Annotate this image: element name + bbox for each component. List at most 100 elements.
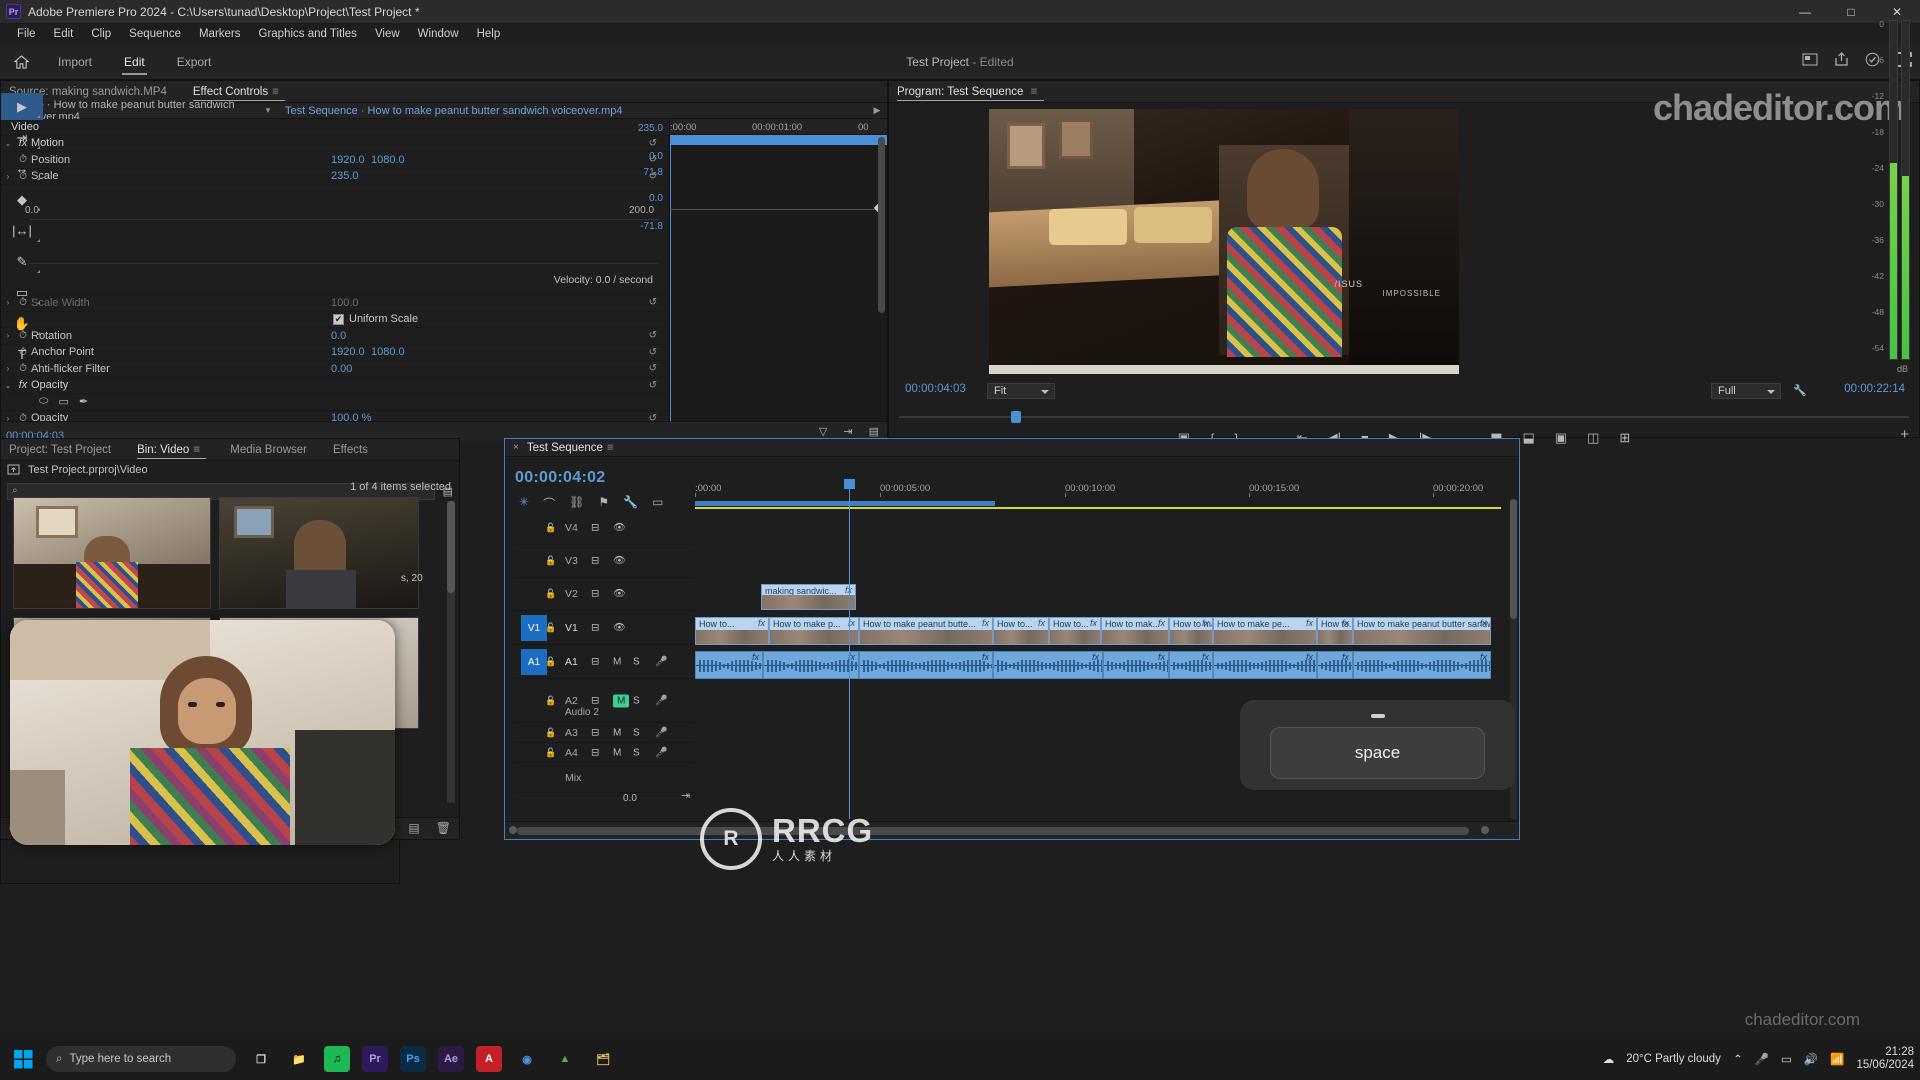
timeline-video-clip[interactable]: How to make peanut butter sandwich ...fx <box>1353 617 1491 645</box>
voice-over-record-icon[interactable]: 🎤 <box>655 656 667 667</box>
menu-graphics-and-titles[interactable]: Graphics and Titles <box>250 24 366 44</box>
reset-icon[interactable]: ↺ <box>649 297 657 308</box>
ec-playhead[interactable] <box>670 145 671 421</box>
solo-track-button[interactable]: S <box>633 695 640 706</box>
program-monitor-timecode[interactable]: 00:00:04:03 <box>905 383 966 395</box>
lock-track-icon[interactable]: 🔓 <box>545 747 556 758</box>
track-header-a3[interactable]: 🔓 A3 ⊟ M S 🎤 <box>513 723 695 743</box>
toggle-track-output-icon[interactable]: 👁 <box>613 622 626 633</box>
pen-mask-icon[interactable]: ✒ <box>79 395 88 408</box>
menu-edit[interactable]: Edit <box>45 24 83 44</box>
fullscreen-toggle-icon[interactable] <box>1802 53 1818 71</box>
thumbnail-item[interactable] <box>13 497 211 609</box>
timeline-video-clip[interactable]: How to mak...fx <box>1101 617 1169 645</box>
program-monitor-duration[interactable]: 00:00:22:14 <box>1844 383 1905 395</box>
ec-property-value[interactable]: 1920.0 <box>331 154 365 166</box>
tab-bin-video[interactable]: Bin: Video ≡ <box>137 439 216 461</box>
timeline-audio-clip[interactable]: fx <box>1353 651 1491 679</box>
ec-keyframe-graph[interactable]: 0.0 200.0 Velocity: 0.0 / second <box>1 185 669 295</box>
reset-icon[interactable]: ↺ <box>649 363 657 374</box>
menu-window[interactable]: Window <box>409 24 468 44</box>
aftereffects-icon[interactable]: Ae <box>438 1046 464 1072</box>
toggle-track-output-icon[interactable]: 👁 <box>613 522 626 533</box>
save-preset-icon[interactable]: ▤ <box>869 425 879 438</box>
chevron-right-icon[interactable]: › <box>1 414 15 421</box>
lock-track-icon[interactable]: 🔓 <box>545 695 556 706</box>
delete-icon[interactable]: 🗑 <box>436 821 451 835</box>
timeline-audio-clip[interactable]: fx <box>1169 651 1213 679</box>
ripple-edit-tool[interactable]: ↔ <box>1 155 43 182</box>
timeline-audio-clip[interactable]: fx <box>1317 651 1353 679</box>
voice-over-record-icon[interactable]: 🎤 <box>655 695 667 706</box>
add-marker-icon[interactable]: ⚑ <box>598 495 609 512</box>
sync-lock-icon[interactable]: ⊟ <box>591 556 599 567</box>
close-icon[interactable]: × <box>513 442 519 453</box>
zoom-out-handle[interactable] <box>509 826 517 834</box>
timeline-audio-clip[interactable]: fx <box>695 651 763 679</box>
tab-effect-controls[interactable]: Effect Controls ≡ <box>192 81 295 103</box>
lock-track-icon[interactable]: 🔓 <box>545 589 556 600</box>
source-patch-a1[interactable]: A1 <box>521 649 547 675</box>
ec-property-value[interactable]: 100.0 % <box>331 412 371 421</box>
sync-lock-icon[interactable]: ⊟ <box>591 727 599 738</box>
timeline-video-clip[interactable]: How to make pe... fx <box>1213 617 1317 645</box>
sync-lock-icon[interactable]: ⊟ <box>591 747 599 758</box>
track-header-v3[interactable]: 🔓 V3 ⊟ 👁 <box>513 545 695 578</box>
filter-icon[interactable]: ▽ <box>819 425 827 438</box>
timeline-audio-clip[interactable]: fx <box>859 651 993 679</box>
track-header-v2[interactable]: 🔓 V2 ⊟ 👁 <box>513 578 695 611</box>
solo-track-button[interactable]: S <box>633 656 640 667</box>
mute-track-button[interactable]: M <box>613 727 621 738</box>
ec-property-value[interactable]: 235.0 <box>331 170 359 182</box>
timeline-video-clip[interactable]: How to mak...fx <box>1169 617 1213 645</box>
effect-controls-sequence-clip[interactable]: Test Sequence · How to make peanut butte… <box>277 105 867 117</box>
effect-controls-ruler[interactable]: :00:00 00:00:01:00 00 <box>670 119 887 135</box>
ec-group-opacity[interactable]: ⌄ fx Opacity ↺ <box>1 378 669 394</box>
ec-property-scale[interactable]: › ⏱ Scale 235.0 ↺ <box>1 169 669 185</box>
ec-property-value[interactable]: 0.00 <box>331 363 352 375</box>
timeline-video-clip[interactable]: How to make p... fx <box>769 617 859 645</box>
timeline-video-clip[interactable]: How to... fx <box>1317 617 1353 645</box>
share-icon[interactable] <box>1834 52 1849 71</box>
tab-media-browser[interactable]: Media Browser <box>230 439 319 461</box>
minimize-button[interactable]: — <box>1782 0 1828 24</box>
photoshop-icon[interactable]: Ps <box>400 1046 426 1072</box>
program-monitor-scrubber[interactable] <box>899 411 1909 423</box>
ec-property-opacity[interactable]: › ⏱ Opacity 100.0 % ↺ <box>1 411 669 421</box>
ec-property-rotation[interactable]: › ⏱ Rotation 0.0 ↺ <box>1 328 669 345</box>
acrobat-icon[interactable]: A <box>476 1046 502 1072</box>
timeline-video-clip[interactable]: How to make peanut butte... fx <box>859 617 993 645</box>
settings-wrench-icon[interactable]: 🔧 <box>1793 384 1807 397</box>
timeline-audio-clip[interactable]: fx <box>1103 651 1169 679</box>
sync-lock-icon[interactable]: ⊟ <box>591 656 599 667</box>
ec-property-anti-flicker-filter[interactable]: › ⏱ Anti-flicker Filter 0.00 ↺ <box>1 361 669 378</box>
timeline-playhead[interactable] <box>849 479 850 819</box>
rate-stretch-tool[interactable]: ◆ <box>1 186 43 213</box>
button-editor-icon[interactable]: ⊞ <box>1619 430 1630 446</box>
timeline-playhead-handle[interactable] <box>844 479 855 489</box>
keyframe-nav-icon[interactable]: ⇥ <box>843 425 852 438</box>
timeline-video-clip[interactable]: How to... fx <box>993 617 1049 645</box>
timeline-audio-clip[interactable]: fx <box>1213 651 1317 679</box>
workspace-tab-edit[interactable]: Edit <box>108 44 161 80</box>
timeline-video-clip[interactable]: making sandwic...fx <box>761 584 856 610</box>
caption-icon[interactable]: ▭ <box>652 495 663 512</box>
menu-view[interactable]: View <box>366 24 409 44</box>
battery-icon[interactable]: ▭ <box>1781 1052 1792 1066</box>
parent-folder-icon[interactable] <box>7 463 20 478</box>
reset-icon[interactable]: ↺ <box>649 347 657 358</box>
microphone-icon[interactable]: 🎤 <box>1755 1052 1769 1066</box>
add-button-icon[interactable]: + <box>1900 426 1909 443</box>
toggle-track-output-icon[interactable]: 👁 <box>613 556 626 567</box>
timeline-ruler[interactable]: :00:00 00:00:05:00 00:00:10:00 00:00:15:00 0… <box>695 481 1501 497</box>
toggle-track-output-icon[interactable]: 👁 <box>613 589 626 600</box>
effect-controls-timeline[interactable]: :00:00 00:00:01:00 00 <box>669 119 887 421</box>
drive-icon[interactable]: ▲ <box>552 1046 578 1072</box>
premiere-icon[interactable]: Pr <box>362 1046 388 1072</box>
panel-menu-icon[interactable]: ≡ <box>607 442 618 454</box>
ec-property-anchor-point[interactable]: ⏱ Anchor Point 1920.0 1080.0 ↺ <box>1 345 669 361</box>
volume-icon[interactable]: 🔊 <box>1804 1052 1818 1066</box>
mute-track-button[interactable]: M <box>613 747 621 758</box>
solo-track-button[interactable]: S <box>633 727 640 738</box>
windows-start-icon[interactable] <box>0 1038 46 1080</box>
